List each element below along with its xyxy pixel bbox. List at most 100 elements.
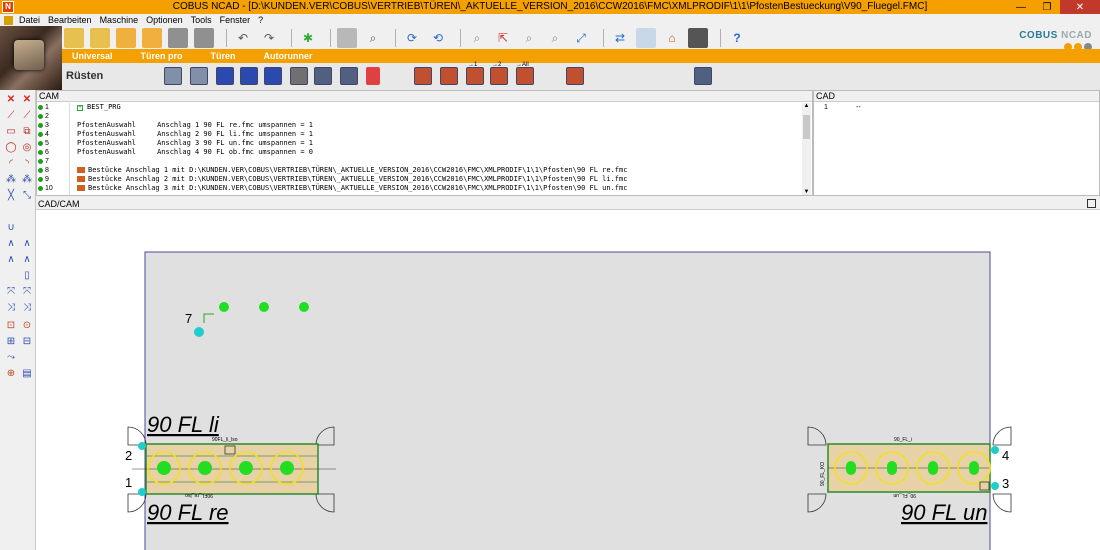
redo-icon[interactable]: ↷: [259, 28, 279, 48]
save-all-icon[interactable]: [194, 28, 214, 48]
drill-icon[interactable]: ⊡: [4, 318, 18, 332]
scroll-thumb[interactable]: [803, 115, 810, 139]
setup-machine-icon[interactable]: [164, 67, 182, 85]
angle-3-icon[interactable]: ∧: [4, 252, 18, 266]
trim-icon[interactable]: ⤨: [4, 300, 18, 314]
place-icon[interactable]: [414, 67, 432, 85]
angle-icon[interactable]: ∧: [4, 236, 18, 250]
tool-path-icon[interactable]: ⤳: [4, 350, 18, 364]
place-to-all-icon[interactable]: [516, 67, 534, 85]
circle-icon[interactable]: ◯: [4, 140, 18, 154]
cam-scrollbar[interactable]: ▲ ▼: [802, 103, 811, 195]
zoom-window-icon[interactable]: ⇱: [493, 28, 513, 48]
cross-icon[interactable]: ╳: [4, 188, 18, 202]
undo-icon[interactable]: ↶: [233, 28, 253, 48]
mirror-icon[interactable]: ⤧: [4, 284, 18, 298]
tab-tueren[interactable]: Türen: [211, 51, 236, 61]
home-icon[interactable]: ⌂: [662, 28, 682, 48]
menu-fenster[interactable]: Fenster: [220, 15, 251, 25]
cam-line[interactable]: 6 PfostenAuswahl Anschlag 4 90 FL ob.fmc …: [37, 148, 803, 157]
part-icon[interactable]: [290, 67, 308, 85]
machine-icon[interactable]: [688, 28, 708, 48]
menu-datei[interactable]: Datei: [19, 15, 40, 25]
drawing-canvas[interactable]: 7 90FL_li_lso 90FL_re_lso 90 FL li 90 FL…: [36, 210, 1100, 550]
grid-setup-2-icon[interactable]: [340, 67, 358, 85]
group-icon[interactable]: ⊕: [4, 366, 18, 380]
cam-line[interactable]: 2: [37, 112, 803, 121]
delete-icon[interactable]: ✕: [4, 92, 18, 106]
line-icon[interactable]: ⟋: [4, 108, 18, 122]
restore-window-icon[interactable]: [1087, 199, 1096, 208]
pocket-icon[interactable]: ⊞: [4, 334, 18, 348]
menu-tools[interactable]: Tools: [191, 15, 212, 25]
cam-line[interactable]: 10 Bestücke Anschlag 3 mit D:\KUNDEN.VER\…: [37, 184, 803, 193]
zoom-out-icon[interactable]: ⌕: [545, 28, 565, 48]
cross-2-icon[interactable]: ⤡: [20, 188, 34, 202]
trim-2-icon[interactable]: ⤨: [20, 300, 34, 314]
point-2-icon[interactable]: ⁂: [20, 172, 34, 186]
assign-icon[interactable]: [566, 67, 584, 85]
layer-icon[interactable]: [636, 28, 656, 48]
refresh-icon[interactable]: ⟳: [402, 28, 422, 48]
clamp-2-icon[interactable]: [240, 67, 258, 85]
tab-autorunner[interactable]: Autorunner: [264, 51, 313, 61]
cam-line[interactable]: 4 PfostenAuswahl Anschlag 2 90 FL li.fmc …: [37, 130, 803, 139]
swap-icon[interactable]: ⇄: [610, 28, 630, 48]
zoom-icon[interactable]: ⌕: [467, 28, 487, 48]
open-folder-icon[interactable]: [64, 28, 84, 48]
menu-maschine[interactable]: Maschine: [100, 15, 139, 25]
point-icon[interactable]: ⁂: [4, 172, 18, 186]
maximize-button[interactable]: ❐: [1034, 0, 1060, 14]
print-icon[interactable]: [337, 28, 357, 48]
rectangle-2-icon[interactable]: ⧉: [20, 124, 34, 138]
expand-icon[interactable]: +: [77, 105, 83, 111]
rectangle-icon[interactable]: ▭: [4, 124, 18, 138]
close-button[interactable]: ✕: [1060, 0, 1100, 14]
setup-machine-2-icon[interactable]: [190, 67, 208, 85]
cam-line[interactable]: 3 PfostenAuswahl Anschlag 1 90 FL re.fmc …: [37, 121, 803, 130]
pocket-2-icon[interactable]: ⊟: [20, 334, 34, 348]
place-2-icon[interactable]: [440, 67, 458, 85]
layer-select-icon[interactable]: ▯: [20, 268, 34, 282]
menu-bearbeiten[interactable]: Bearbeiten: [48, 15, 92, 25]
cad-row[interactable]: 1 --: [814, 103, 1099, 112]
place-to-1-icon[interactable]: [466, 67, 484, 85]
add-file-icon[interactable]: [90, 28, 110, 48]
settings-tool-icon[interactable]: ✱: [298, 28, 318, 48]
laser-icon[interactable]: [366, 67, 380, 85]
magnet-icon[interactable]: ∪: [4, 220, 18, 234]
polyline-icon[interactable]: ⟋: [20, 108, 34, 122]
cam-line[interactable]: 1 + BEST_PRG: [37, 103, 803, 112]
cam-line[interactable]: 9 Bestücke Anschlag 2 mit D:\KUNDEN.VER\C…: [37, 175, 803, 184]
angle-2-icon[interactable]: ∧: [20, 236, 34, 250]
open-recent-icon[interactable]: [142, 28, 162, 48]
circle-2-icon[interactable]: ◎: [20, 140, 34, 154]
cam-program-list[interactable]: 1 + BEST_PRG 2 3 PfostenAuswahl Anschlag 1 90…: [37, 103, 803, 195]
menu-help[interactable]: ?: [258, 15, 263, 25]
angle-4-icon[interactable]: ∧: [20, 252, 34, 266]
list-icon[interactable]: ▤: [20, 366, 34, 380]
arc-icon[interactable]: ◜: [4, 156, 18, 170]
tab-universal[interactable]: Universal: [72, 51, 113, 61]
scroll-up-icon[interactable]: ▲: [802, 103, 811, 109]
tab-tueren-pro[interactable]: Türen pro: [141, 51, 183, 61]
clamp-3-icon[interactable]: [264, 67, 282, 85]
new-folder-icon[interactable]: [116, 28, 136, 48]
minimize-button[interactable]: —: [1008, 0, 1034, 14]
grid-setup-icon[interactable]: [314, 67, 332, 85]
menu-optionen[interactable]: Optionen: [146, 15, 183, 25]
scroll-down-icon[interactable]: ▼: [802, 189, 811, 195]
save-icon[interactable]: [168, 28, 188, 48]
document-icon[interactable]: [4, 15, 13, 25]
arc-2-icon[interactable]: ◝: [20, 156, 34, 170]
drill-2-icon[interactable]: ⊙: [20, 318, 34, 332]
clamp-icon[interactable]: [216, 67, 234, 85]
place-to-2-icon[interactable]: [490, 67, 508, 85]
cam-line[interactable]: 8 Bestücke Anschlag 1 mit D:\KUNDEN.VER\C…: [37, 166, 803, 175]
delete-all-icon[interactable]: ✕: [20, 92, 34, 106]
zoom-all-icon[interactable]: ⤢: [571, 28, 591, 48]
zoom-in-icon[interactable]: ⌕: [519, 28, 539, 48]
sync-icon[interactable]: ⟲: [428, 28, 448, 48]
grid-config-icon[interactable]: [694, 67, 712, 85]
mirror-2-icon[interactable]: ⤧: [20, 284, 34, 298]
